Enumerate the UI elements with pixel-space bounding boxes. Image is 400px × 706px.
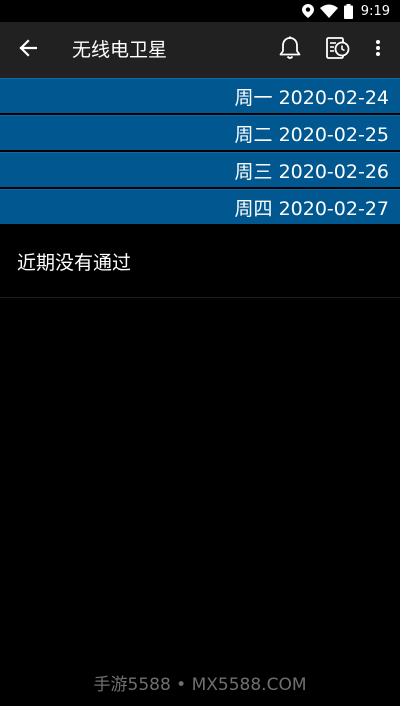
wifi-icon [319, 4, 338, 18]
notifications-button[interactable] [276, 36, 304, 64]
location-icon [301, 4, 314, 18]
schedule-button[interactable] [322, 35, 352, 65]
watermark: 手游5588 • MX5588.COM [93, 675, 307, 695]
status-bar: 9:19 [0, 0, 400, 22]
app-bar: 无线电卫星 [0, 22, 400, 78]
status-time: 9:19 [360, 3, 390, 19]
back-button[interactable] [12, 34, 44, 66]
battery-icon [343, 3, 353, 19]
back-arrow-icon [19, 39, 38, 61]
date-list: 周一 2020-02-24 周二 2020-02-25 周三 2020-02-2… [0, 78, 400, 226]
more-vert-icon [375, 39, 381, 61]
schedule-icon [324, 35, 350, 65]
date-row[interactable]: 周一 2020-02-24 [0, 78, 400, 113]
date-row[interactable]: 周四 2020-02-27 [0, 189, 400, 224]
page-title: 无线电卫星 [72, 39, 168, 61]
bell-icon [279, 36, 301, 64]
empty-message: 近期没有通过 [0, 228, 400, 298]
date-row[interactable]: 周二 2020-02-25 [0, 115, 400, 150]
overflow-menu-button[interactable] [366, 36, 390, 64]
status-icons: 9:19 [301, 0, 390, 22]
date-row[interactable]: 周三 2020-02-26 [0, 152, 400, 187]
